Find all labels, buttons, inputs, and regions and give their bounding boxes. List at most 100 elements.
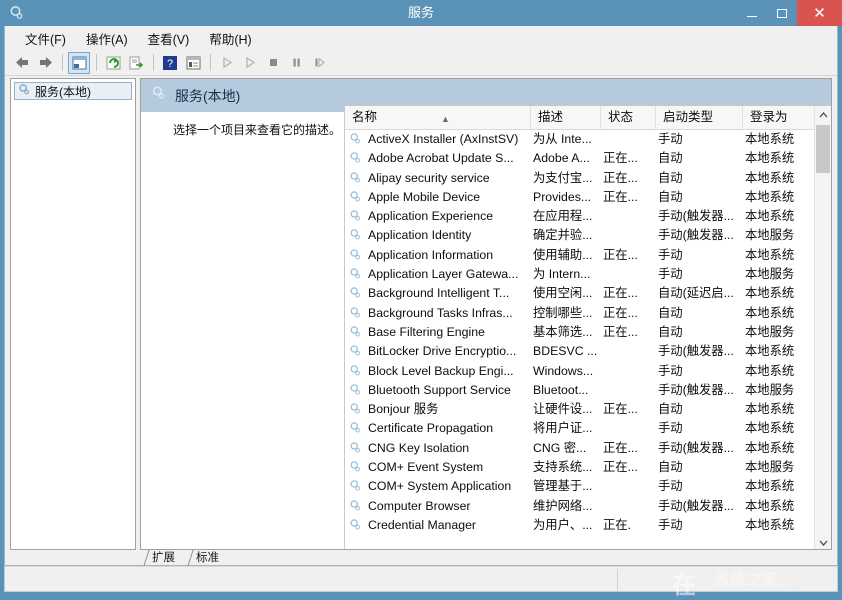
service-status-cell — [603, 207, 653, 226]
show-hide-tree-button[interactable] — [68, 52, 90, 74]
service-description-cell: Adobe A... — [533, 149, 601, 168]
service-gear-icon — [349, 286, 362, 303]
close-button[interactable]: ✕ — [797, 0, 842, 26]
resume-service-button[interactable] — [308, 52, 330, 74]
service-row[interactable]: BitLocker Drive Encryptio...BDESVC ...手动… — [345, 342, 815, 361]
service-row[interactable]: Bonjour 服务让硬件设...正在...自动本地系统 — [345, 400, 815, 419]
service-log-on-as-cell: 本地系统 — [745, 497, 815, 516]
service-log-on-as-cell: 本地服务 — [745, 323, 815, 342]
scroll-up-button[interactable] — [815, 106, 831, 123]
service-row[interactable]: Computer Browser维护网络...手动(触发器...本地系统 — [345, 497, 815, 516]
back-button[interactable] — [11, 52, 33, 74]
service-status-cell: 正在... — [603, 284, 653, 303]
service-row[interactable]: Background Intelligent T...使用空闲...正在...自… — [345, 284, 815, 303]
service-gear-icon — [349, 402, 362, 419]
service-status-cell: 正在. — [603, 516, 653, 535]
service-name-cell: BitLocker Drive Encryptio... — [349, 342, 531, 361]
minimize-button[interactable] — [737, 0, 767, 26]
sort-ascending-icon: ▲ — [441, 108, 450, 129]
column-header-name[interactable]: 名称 ▲ — [345, 106, 531, 129]
service-status-cell: 正在... — [603, 458, 653, 477]
column-header-description[interactable]: 描述 — [531, 106, 601, 129]
toolbar-separator — [96, 54, 97, 71]
chevron-up-icon — [819, 112, 828, 118]
service-row[interactable]: Bluetooth Support ServiceBluetoot...手动(触… — [345, 381, 815, 400]
service-log-on-as-cell: 本地系统 — [745, 207, 815, 226]
service-status-cell — [603, 130, 653, 149]
service-status-cell — [603, 226, 653, 245]
service-startup-type-cell: 手动(触发器... — [658, 226, 741, 245]
service-log-on-as-cell: 本地系统 — [745, 400, 815, 419]
service-row[interactable]: Block Level Backup Engi...Windows...手动本地… — [345, 362, 815, 381]
service-gear-icon — [349, 248, 362, 265]
scroll-down-button[interactable] — [815, 534, 831, 550]
chevron-down-icon — [819, 540, 828, 546]
menu-file[interactable]: 文件(F) — [15, 27, 76, 50]
service-name-cell: Bluetooth Support Service — [349, 381, 531, 400]
service-gear-icon — [349, 171, 362, 188]
service-description-cell: BDESVC ... — [533, 342, 601, 361]
service-row[interactable]: Background Tasks Infras...控制哪些...正在...自动… — [345, 304, 815, 323]
pause-service-button[interactable] — [285, 52, 307, 74]
tab-extended[interactable]: 扩展 — [152, 550, 175, 566]
service-log-on-as-cell: 本地系统 — [745, 130, 815, 149]
service-startup-type-cell: 手动(触发器... — [658, 497, 741, 516]
service-row[interactable]: Apple Mobile DeviceProvides...正在...自动本地系… — [345, 188, 815, 207]
service-row[interactable]: ActiveX Installer (AxInstSV)为从 Inte...手动… — [345, 130, 815, 149]
status-bar — [4, 566, 838, 592]
service-name-text: Apple Mobile Device — [368, 190, 480, 204]
service-row[interactable]: Application Identity确定并验...手动(触发器...本地服务 — [345, 226, 815, 245]
menu-view[interactable]: 查看(V) — [138, 27, 200, 50]
service-name-text: Adobe Acrobat Update S... — [368, 151, 514, 165]
svg-text:?: ? — [167, 58, 173, 70]
service-description-cell: 确定并验... — [533, 226, 601, 245]
service-name-cell: Certificate Propagation — [349, 419, 531, 438]
scrollbar-thumb[interactable] — [816, 125, 830, 173]
service-name-text: Application Layer Gatewa... — [368, 267, 518, 281]
tree-item-services-local[interactable]: 服务(本地) — [14, 82, 132, 100]
properties-button[interactable] — [182, 52, 204, 74]
service-row[interactable]: Application Experience在应用程...手动(触发器...本地… — [345, 207, 815, 226]
export-list-button[interactable] — [125, 52, 147, 74]
column-header-status[interactable]: 状态 — [601, 106, 656, 129]
maximize-button[interactable] — [767, 0, 797, 26]
service-status-cell: 正在... — [603, 304, 653, 323]
tab-standard[interactable]: 标准 — [196, 550, 219, 566]
menu-help[interactable]: 帮助(H) — [199, 27, 261, 50]
menu-action[interactable]: 操作(A) — [76, 27, 138, 50]
service-startup-type-cell: 手动 — [658, 516, 741, 535]
service-name-cell: Base Filtering Engine — [349, 323, 531, 342]
restart-service-button[interactable] — [239, 52, 261, 74]
toolbar-separator — [210, 54, 211, 71]
service-row[interactable]: Application Layer Gatewa...为 Intern...手动… — [345, 265, 815, 284]
service-name-text: Application Experience — [368, 209, 493, 223]
service-row[interactable]: COM+ Event System支持系统...正在...自动本地服务 — [345, 458, 815, 477]
service-row[interactable]: CNG Key IsolationCNG 密...正在...手动(触发器...本… — [345, 439, 815, 458]
service-gear-icon — [349, 209, 362, 226]
column-header-startup-type[interactable]: 启动类型 — [656, 106, 743, 129]
service-gear-icon — [349, 441, 362, 458]
stop-service-button[interactable] — [262, 52, 284, 74]
service-startup-type-cell: 自动(延迟启... — [658, 284, 741, 303]
service-status-cell — [603, 497, 653, 516]
service-row[interactable]: Base Filtering Engine基本筛选...正在...自动本地服务 — [345, 323, 815, 342]
service-row[interactable]: Credential Manager为用户、...正在.手动本地系统 — [345, 516, 815, 535]
properties-icon — [186, 56, 201, 70]
service-row[interactable]: COM+ System Application管理基于...手动本地系统 — [345, 477, 815, 496]
refresh-button[interactable] — [102, 52, 124, 74]
service-row[interactable]: Adobe Acrobat Update S...Adobe A...正在...… — [345, 149, 815, 168]
list-vertical-scrollbar[interactable] — [814, 106, 831, 550]
service-status-cell — [603, 381, 653, 400]
service-row[interactable]: Alipay security service为支付宝...正在...自动本地系… — [345, 169, 815, 188]
window-title: 服务 — [0, 0, 842, 26]
column-header-log-on-as[interactable]: 登录为 — [743, 106, 815, 129]
forward-button[interactable] — [34, 52, 56, 74]
service-row[interactable]: Certificate Propagation将用户证...手动本地系统 — [345, 419, 815, 438]
client-area: 文件(F) 操作(A) 查看(V) 帮助(H) — [4, 26, 838, 566]
service-name-text: COM+ System Application — [368, 479, 511, 493]
service-status-cell — [603, 477, 653, 496]
start-service-button[interactable] — [216, 52, 238, 74]
help-button[interactable]: ? — [159, 52, 181, 74]
service-row[interactable]: Application Information使用辅助...正在...手动本地系… — [345, 246, 815, 265]
service-status-cell: 正在... — [603, 188, 653, 207]
